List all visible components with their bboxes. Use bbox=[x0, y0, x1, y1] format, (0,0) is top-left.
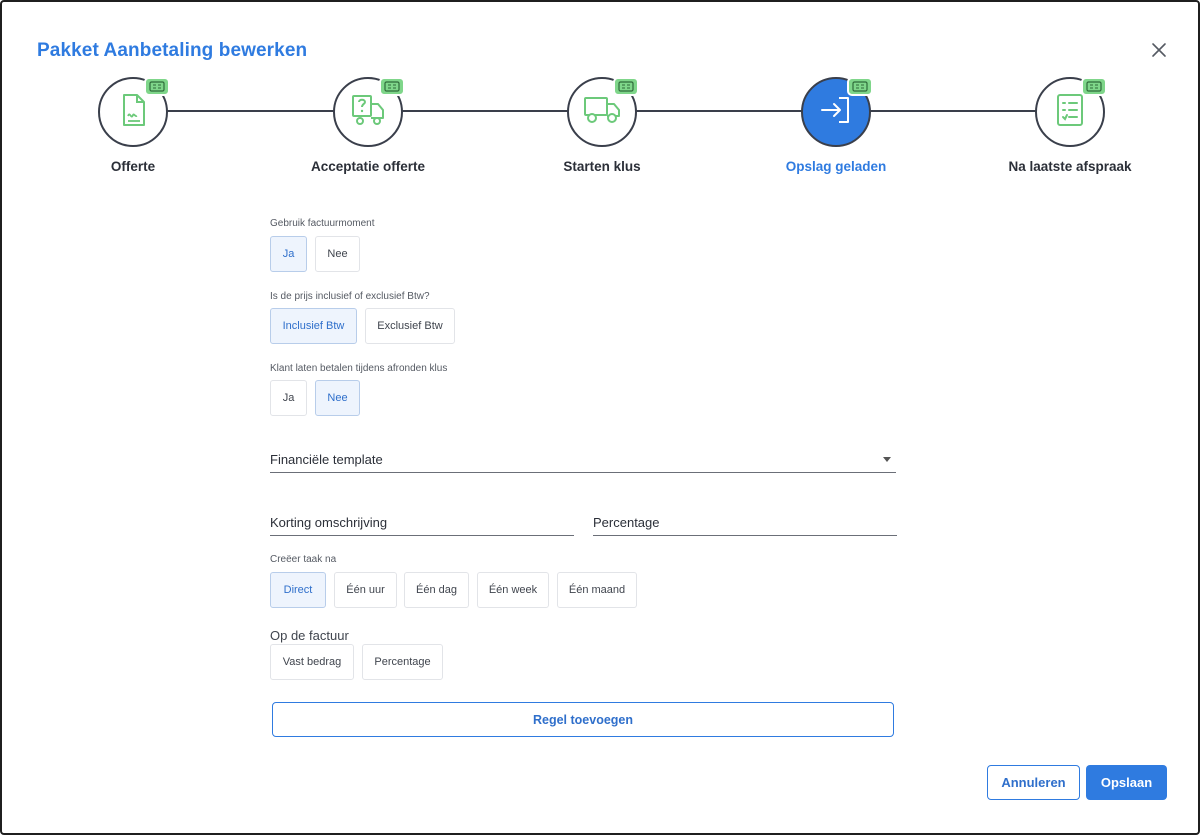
step-label: Starten klus bbox=[563, 159, 641, 174]
invoice-moment-yes-button[interactable]: Ja bbox=[270, 236, 307, 272]
invoice-moment-no-button[interactable]: Nee bbox=[315, 236, 360, 272]
step-na-laatste-afspraak[interactable]: Na laatste afspraak bbox=[980, 77, 1160, 174]
percentage-input[interactable]: Percentage bbox=[593, 515, 897, 536]
invoice-badge-icon bbox=[144, 77, 170, 96]
login-arrow-icon bbox=[819, 95, 853, 130]
dialog-title: Pakket Aanbetaling bewerken bbox=[37, 40, 308, 61]
checklist-icon bbox=[1055, 93, 1085, 132]
pay-on-finish-yes-button[interactable]: Ja bbox=[270, 380, 307, 416]
step-opslag-geladen[interactable]: Opslag geladen bbox=[746, 77, 926, 174]
step-circle bbox=[98, 77, 170, 147]
create-task-one-week-button[interactable]: Één week bbox=[477, 572, 549, 608]
step-circle bbox=[333, 77, 405, 147]
invoice-badge-icon bbox=[847, 77, 873, 96]
step-circle bbox=[567, 77, 639, 147]
edit-package-dialog: Pakket Aanbetaling bewerken Offerte Acce… bbox=[0, 0, 1200, 835]
step-label: Offerte bbox=[110, 159, 156, 174]
document-signature-icon bbox=[118, 93, 148, 132]
create-task-one-month-button[interactable]: Één maand bbox=[557, 572, 637, 608]
step-acceptatie-offerte[interactable]: Acceptatie offerte bbox=[278, 77, 458, 174]
step-starten-klus[interactable]: Starten klus bbox=[512, 77, 692, 174]
create-task-label: Creëer taak na bbox=[270, 554, 337, 565]
step-offerte[interactable]: Offerte bbox=[43, 77, 223, 174]
discount-description-placeholder: Korting omschrijving bbox=[270, 515, 388, 530]
percentage-placeholder: Percentage bbox=[593, 515, 660, 530]
add-rule-button[interactable]: Regel toevoegen bbox=[272, 702, 894, 737]
pay-on-finish-no-button[interactable]: Nee bbox=[315, 380, 360, 416]
step-label: Opslag geladen bbox=[785, 159, 887, 174]
pay-on-finish-label: Klant laten betalen tijdens afronden klu… bbox=[270, 363, 448, 374]
delivery-question-icon bbox=[350, 93, 386, 132]
vat-exclusive-button[interactable]: Exclusief Btw bbox=[365, 308, 455, 344]
save-button[interactable]: Opslaan bbox=[1086, 765, 1167, 800]
create-task-direct-button[interactable]: Direct bbox=[270, 572, 326, 608]
step-label: Acceptatie offerte bbox=[310, 159, 426, 174]
invoice-percentage-button[interactable]: Percentage bbox=[362, 644, 443, 680]
cancel-button[interactable]: Annuleren bbox=[987, 765, 1080, 800]
step-circle bbox=[1035, 77, 1107, 147]
vat-inclusive-button[interactable]: Inclusief Btw bbox=[270, 308, 357, 344]
step-label: Na laatste afspraak bbox=[1008, 159, 1132, 174]
create-task-one-day-button[interactable]: Één dag bbox=[404, 572, 469, 608]
invoice-fixed-amount-button[interactable]: Vast bedrag bbox=[270, 644, 354, 680]
financial-template-select[interactable]: Financiële template bbox=[270, 452, 896, 473]
invoice-moment-label: Gebruik factuurmoment bbox=[270, 218, 375, 229]
invoice-badge-icon bbox=[613, 77, 639, 96]
truck-icon bbox=[583, 95, 621, 130]
create-task-one-hour-button[interactable]: Één uur bbox=[334, 572, 397, 608]
vat-label: Is de prijs inclusief of exclusief Btw? bbox=[270, 291, 430, 302]
financial-template-placeholder: Financiële template bbox=[270, 452, 383, 467]
invoice-badge-icon bbox=[379, 77, 405, 96]
invoice-badge-icon bbox=[1081, 77, 1107, 96]
close-icon[interactable] bbox=[1149, 40, 1169, 60]
invoice-section-label: Op de factuur bbox=[270, 628, 349, 643]
caret-down-icon bbox=[883, 457, 891, 462]
discount-description-input[interactable]: Korting omschrijving bbox=[270, 515, 574, 536]
step-circle bbox=[801, 77, 873, 147]
